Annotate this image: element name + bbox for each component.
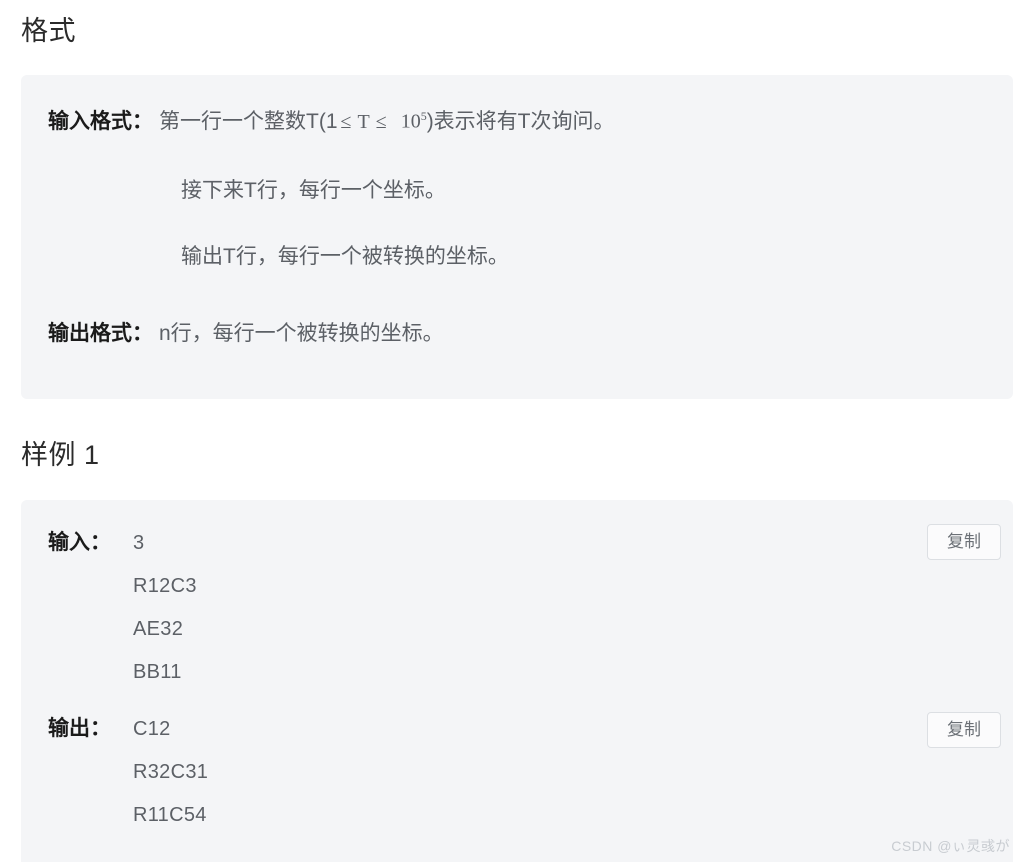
input-format-line-3-text: 输出T行，每行一个被转换的坐标。 [181, 245, 509, 268]
less-equal-icon-1: ≤ [340, 111, 352, 133]
output-format-text: n行，每行一个被转换的坐标。 [159, 322, 444, 345]
sample-input-line: AE32 [133, 618, 184, 640]
sample-input-label: 输入： [48, 531, 111, 554]
csdn-watermark: CSDN @ぃ灵彧が [891, 838, 1010, 854]
input-format-line-3: 输出T行，每行一个被转换的坐标。 [181, 243, 509, 271]
copy-output-button[interactable]: 复制 [927, 712, 1001, 748]
input-format-line-2-text: 接下来T行，每行一个坐标。 [181, 179, 446, 202]
format-panel: 输入格式： 第一行一个整数T(1 ≤ T ≤ 105 )表示将有T次询问。 接下… [21, 75, 1013, 399]
output-format-row: 输出格式： n行，每行一个被转换的坐标。 [48, 320, 444, 348]
sample-input-lines: 3 R12C3 AE32 BB11 [133, 528, 197, 700]
output-format-label: 输出格式： [48, 322, 153, 345]
sample-input-line: R12C3 [133, 575, 197, 597]
copy-input-button[interactable]: 复制 [927, 524, 1001, 560]
upper-bound-value: 105 [390, 108, 427, 136]
less-equal-icon-2: ≤ [375, 111, 387, 133]
sample-input-line: BB11 [133, 661, 182, 683]
sample-input-block: 输入： 3 R12C3 AE32 BB11 [48, 528, 197, 700]
variable-t: T [357, 111, 370, 133]
upper-bound-base: 10 [400, 111, 421, 133]
input-format-line-2: 接下来T行，每行一个坐标。 [181, 177, 446, 205]
page-title-format: 格式 [21, 16, 76, 46]
input-format-text-after: )表示将有T次询问。 [426, 110, 615, 133]
sample-output-line: C12 [133, 718, 171, 740]
sample-output-label: 输出： [48, 717, 111, 740]
page-title-sample: 样例 1 [21, 440, 100, 470]
sample-panel: 输入： 3 R12C3 AE32 BB11 复制 输出： C12 R32C31 … [21, 500, 1013, 862]
sample-input-line: 3 [133, 532, 145, 554]
sample-output-block: 输出： C12 R32C31 R11C54 [48, 714, 208, 843]
sample-output-line: R11C54 [133, 804, 207, 826]
sample-output-line: R32C31 [133, 761, 209, 783]
input-format-text-before: 第一行一个整数T(1 [159, 110, 338, 133]
sample-output-lines: C12 R32C31 R11C54 [133, 714, 208, 843]
input-format-label: 输入格式： [48, 110, 153, 133]
input-format-row: 输入格式： 第一行一个整数T(1 ≤ T ≤ 105 )表示将有T次询问。 [48, 108, 615, 136]
